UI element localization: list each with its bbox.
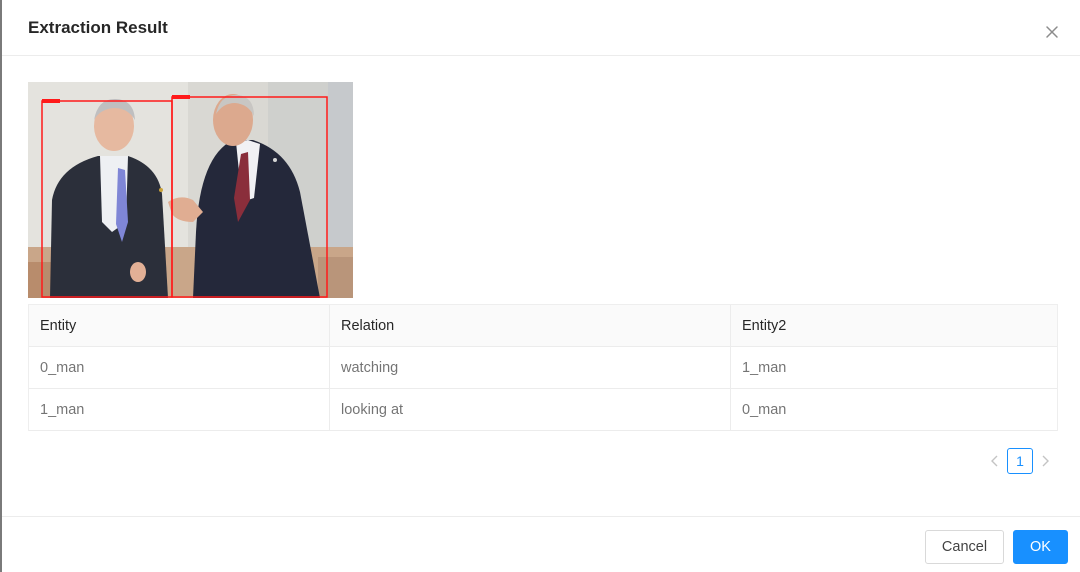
entity2-cell: 0_man bbox=[742, 401, 787, 418]
column-header-entity2: Entity2 bbox=[742, 317, 787, 334]
modal-header: Extraction Result bbox=[2, 0, 1080, 56]
extraction-result-modal: Extraction Result Entity Relation Entity… bbox=[0, 0, 1080, 572]
chevron-left-icon[interactable] bbox=[986, 448, 1004, 474]
entity-cell: 1_man bbox=[29, 389, 330, 430]
extraction-image bbox=[28, 82, 353, 298]
column-header-relation: Relation bbox=[330, 305, 731, 346]
column-header-entity: Entity bbox=[29, 305, 330, 346]
table-header-row: Entity Relation Entity2 bbox=[29, 305, 1057, 347]
relation-cell: watching bbox=[330, 347, 731, 388]
table-row: 0_man watching 1_man bbox=[29, 347, 1057, 389]
page-number-button[interactable]: 1 bbox=[1007, 448, 1033, 474]
close-icon[interactable] bbox=[1042, 22, 1062, 42]
entity2-cell: 1_man bbox=[742, 359, 787, 376]
chevron-right-icon[interactable] bbox=[1036, 448, 1054, 474]
cancel-button[interactable]: Cancel bbox=[925, 530, 1004, 564]
relations-table: Entity Relation Entity2 0_man watching 1… bbox=[28, 304, 1058, 431]
entity-cell: 0_man bbox=[29, 347, 330, 388]
table-row: 1_man looking at 0_man bbox=[29, 389, 1057, 431]
modal-title: Extraction Result bbox=[28, 18, 168, 37]
modal-footer: Cancel OK bbox=[2, 516, 1080, 572]
ok-button[interactable]: OK bbox=[1013, 530, 1068, 564]
pagination: 1 bbox=[986, 448, 1054, 474]
relation-cell: looking at bbox=[330, 389, 731, 430]
